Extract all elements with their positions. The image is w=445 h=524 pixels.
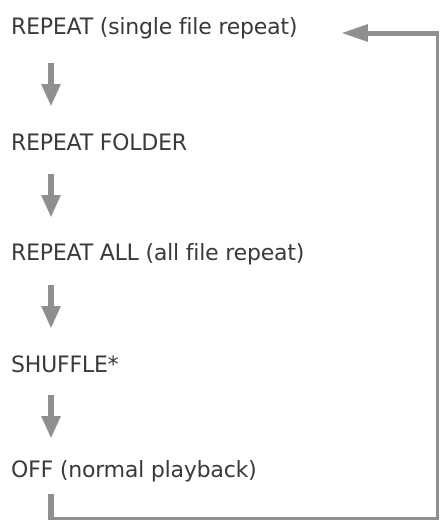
down-arrow-icon [41,63,61,106]
down-arrow-icon [41,395,61,438]
down-arrow-icon [41,174,61,217]
down-arrow-icon [41,285,61,328]
loop-back-connector [48,24,439,520]
flow-arrows [41,24,439,520]
